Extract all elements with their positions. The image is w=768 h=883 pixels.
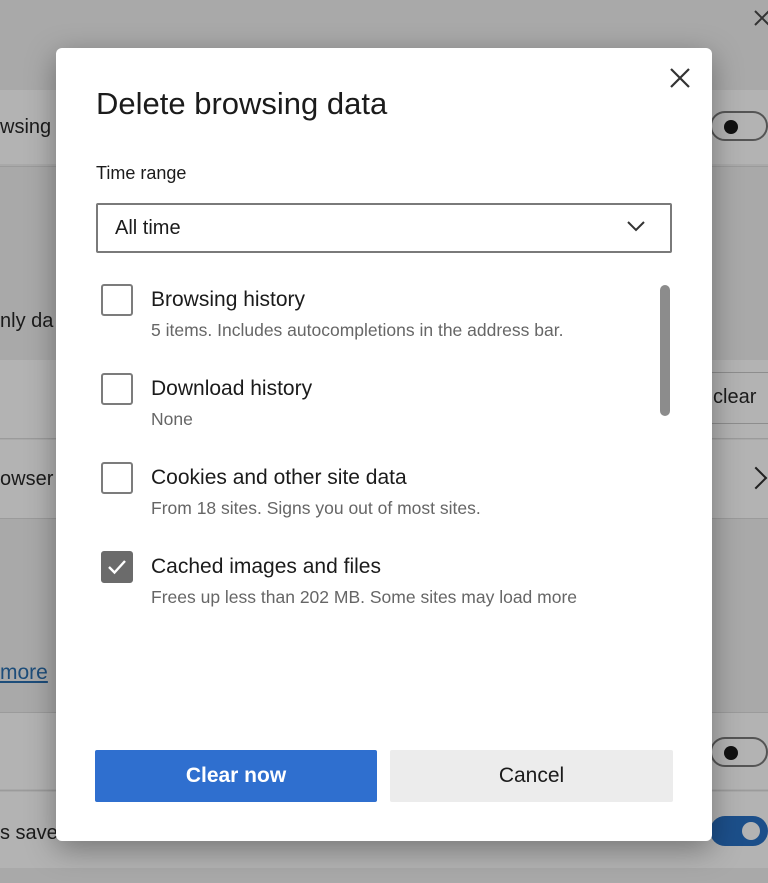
item-description: 5 items. Includes autocompletions in the… <box>151 320 564 340</box>
list-item[interactable]: Download history None <box>96 369 656 449</box>
settings-toggle[interactable] <box>710 816 768 846</box>
item-title: Download history <box>151 377 313 400</box>
item-title: Browsing history <box>151 288 306 311</box>
time-range-value: All time <box>115 217 181 239</box>
time-range-label: Time range <box>96 163 187 183</box>
cancel-button[interactable]: Cancel <box>390 750 673 802</box>
list-item[interactable]: Browsing history 5 items. Includes autoc… <box>96 280 656 360</box>
settings-row-label: s save <box>0 822 58 844</box>
settings-row-label: wsing <box>0 116 52 138</box>
list-item[interactable]: Cookies and other site data From 18 site… <box>96 458 656 538</box>
checkmark-icon <box>108 560 126 575</box>
settings-row-label: nly da <box>0 310 54 332</box>
download-history-checkbox[interactable] <box>101 373 133 405</box>
dialog-title: Delete browsing data <box>96 86 388 121</box>
data-type-list: Browsing history 5 items. Includes autoc… <box>96 280 676 620</box>
chevron-down-icon <box>627 221 645 232</box>
browsing-history-checkbox[interactable] <box>101 284 133 316</box>
settings-toggle[interactable] <box>710 737 768 767</box>
item-title: Cached images and files <box>151 555 381 578</box>
list-scrollbar[interactable] <box>660 285 670 416</box>
cookies-checkbox[interactable] <box>101 462 133 494</box>
close-icon[interactable] <box>752 8 768 28</box>
cached-images-checkbox[interactable] <box>101 551 133 583</box>
settings-toggle[interactable] <box>710 111 768 141</box>
item-description: Frees up less than 202 MB. Some sites ma… <box>151 587 578 607</box>
close-icon[interactable] <box>666 64 694 92</box>
item-description: None <box>151 409 193 429</box>
list-item[interactable]: Cached images and files Frees up less th… <box>96 547 656 620</box>
delete-browsing-data-dialog: Delete browsing data Time range All time… <box>56 48 712 841</box>
item-description: From 18 sites. Signs you out of most sit… <box>151 498 481 518</box>
settings-row-label: owser <box>0 468 54 490</box>
learn-more-link[interactable]: more <box>0 661 48 685</box>
clear-now-button[interactable]: Clear now <box>95 750 377 802</box>
time-range-select[interactable]: All time <box>96 203 672 253</box>
item-title: Cookies and other site data <box>151 466 407 489</box>
